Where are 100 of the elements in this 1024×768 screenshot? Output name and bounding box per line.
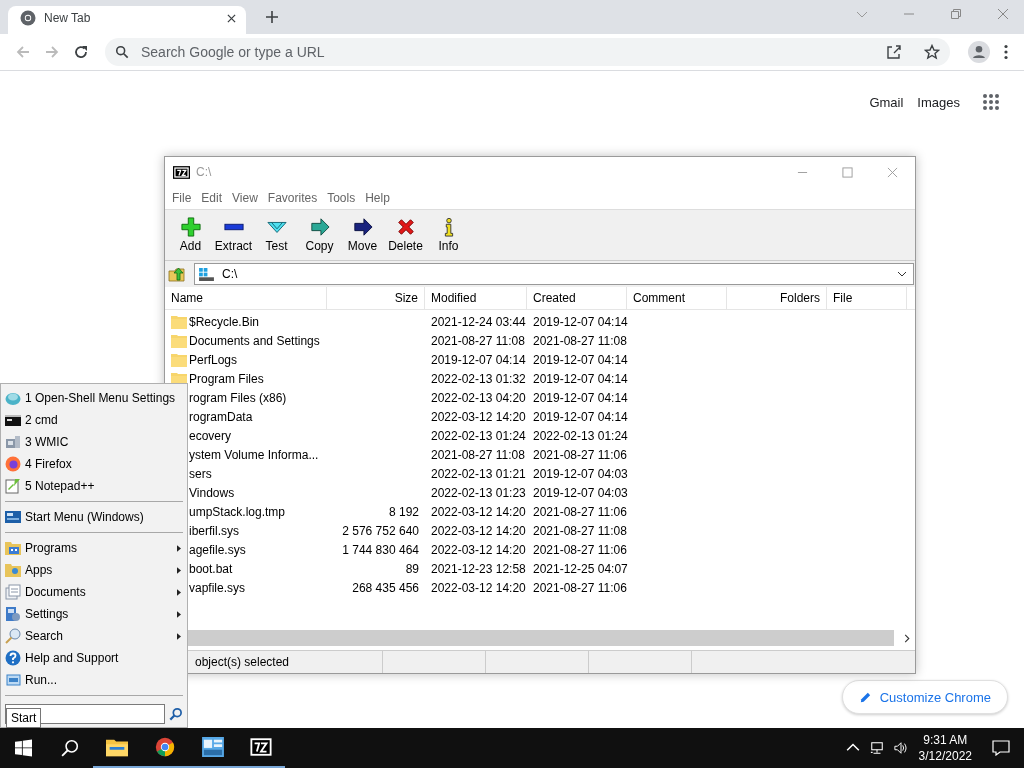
table-cell: 2019-12-07 04:03 [533,485,628,500]
start-menu-item[interactable]: Documents [3,581,185,603]
file-name[interactable]: rogram Files (x86) [189,390,287,405]
address-bar[interactable]: Search Google or type a URL [105,38,950,66]
menu-item[interactable]: Tools [322,191,361,205]
clock-date[interactable]: 3/12/2022 [918,748,972,764]
table-cell: 2021-08-27 11:08 [533,333,627,348]
table-cell: 2022-02-13 01:24 [431,428,526,443]
folder-icon [106,737,128,757]
table-cell: 2021-12-23 12:58 [431,561,526,576]
column-header[interactable]: Size [327,287,425,309]
file-name[interactable]: PerfLogs [189,352,238,367]
toolbar-button[interactable]: Move [341,211,384,259]
arrow-icon [309,217,330,237]
toolbar-button[interactable]: Extract [212,211,255,259]
start-menu-item[interactable]: Start Menu (Windows) [3,506,185,528]
column-header[interactable]: Name [165,287,327,309]
star-icon[interactable] [924,44,940,60]
firefox-icon [5,456,21,472]
column-header[interactable]: Created [527,287,627,309]
table-cell: 2022-02-13 01:32 [431,371,526,386]
reload-icon[interactable] [73,44,89,60]
start-menu-item[interactable]: Apps [3,559,185,581]
column-header[interactable]: Modified [425,287,527,309]
scroll-right-icon[interactable] [904,633,910,643]
menu-icon[interactable] [1004,44,1008,60]
new-tab-icon[interactable] [266,11,278,23]
terminal-icon [5,412,21,428]
start-menu-item[interactable]: 2 cmd [3,409,185,431]
table-cell: 2019-12-07 04:14 [431,352,526,367]
file-name[interactable]: ystem Volume Informa... [189,447,319,462]
table-cell: 2022-03-12 14:20 [431,409,526,424]
start-menu-icon [5,509,21,525]
chrome-icon [20,10,36,26]
file-name[interactable]: vapfile.sys [189,580,246,595]
pencil-icon [858,690,872,704]
file-name[interactable]: $Recycle.Bin [189,314,260,329]
menu-item[interactable]: Edit [196,191,228,205]
toolbar-button[interactable]: Delete [384,211,427,259]
notification-icon[interactable] [992,740,1010,756]
computer-icon [5,434,21,450]
file-name[interactable]: umpStack.log.tmp [189,504,286,519]
toolbar-button[interactable]: Add [169,211,212,259]
table-cell: 2019-12-07 04:14 [533,371,628,386]
network-icon[interactable] [869,741,884,755]
column-header[interactable]: Folders [727,287,827,309]
menu-item[interactable]: Help [360,191,395,205]
table-cell: 2022-02-13 04:20 [431,390,526,405]
file-name[interactable]: sers [189,466,212,481]
start-menu-item[interactable]: Programs [3,537,185,559]
column-header[interactable]: File [827,287,907,309]
start-menu-item[interactable]: Settings [3,603,185,625]
file-name[interactable]: boot.bat [189,561,233,576]
file-name[interactable]: Documents and Settings [189,333,320,348]
start-menu-item[interactable]: 5 Notepad++ [3,475,185,497]
folder-up-icon[interactable] [168,265,186,283]
settings-icon [5,606,21,622]
menu-item[interactable]: View [227,191,263,205]
window-title: C:\ [196,165,212,179]
table-cell: 2021-08-27 11:06 [533,447,627,462]
folder-icon [171,333,187,348]
table-cell: 2021-08-27 11:08 [431,447,525,462]
customize-chrome-button[interactable]: Customize Chrome [841,680,1008,714]
file-name[interactable]: ecovery [189,428,232,443]
profile-avatar-icon[interactable] [968,41,990,63]
table-cell: 268 435 456 [352,580,419,595]
file-name[interactable]: rogramData [189,409,253,424]
toolbar-button[interactable]: Info [427,211,470,259]
file-name[interactable]: agefile.sys [189,542,246,557]
header-link[interactable]: Images [917,94,960,110]
table-cell: 2022-02-13 01:23 [431,485,526,500]
toolbar-button[interactable]: Test [255,211,298,259]
close-icon[interactable] [227,13,236,23]
clock-time[interactable]: 9:31 AM [923,732,968,748]
restore-icon[interactable] [950,8,962,20]
start-menu-item[interactable]: Search [3,625,185,647]
file-name[interactable]: iberfil.sys [189,523,239,538]
menu-item[interactable]: Favorites [262,191,323,205]
run-icon [5,672,21,688]
file-name[interactable]: Vindows [189,485,235,500]
share-icon[interactable] [886,44,902,60]
apps-grid-icon[interactable] [982,93,1000,111]
toolbar-button[interactable]: Copy [298,211,341,259]
start-menu-item[interactable]: 1 Open-Shell Menu Settings [3,387,185,409]
address-field[interactable]: Search Google or type a URL [139,43,864,61]
cross-icon [395,217,416,237]
header-link[interactable]: Gmail [869,94,904,110]
volume-icon[interactable] [893,741,908,755]
start-menu-item[interactable]: 3 WMIC [3,431,185,453]
window-app-icon [202,737,224,757]
table-cell: 2021-08-27 11:08 [533,523,627,538]
tooltip: Start [6,708,42,728]
path-field[interactable]: C:\ [194,263,914,285]
file-name[interactable]: Program Files [189,371,264,386]
column-header[interactable]: Comment [627,287,727,309]
menu-item[interactable]: File [167,191,197,205]
documents-icon [5,584,21,600]
start-menu-item[interactable]: 4 Firefox [3,453,185,475]
browser-tab[interactable]: New Tab [8,6,246,34]
table-cell: 2021-12-24 03:44 [431,314,526,329]
